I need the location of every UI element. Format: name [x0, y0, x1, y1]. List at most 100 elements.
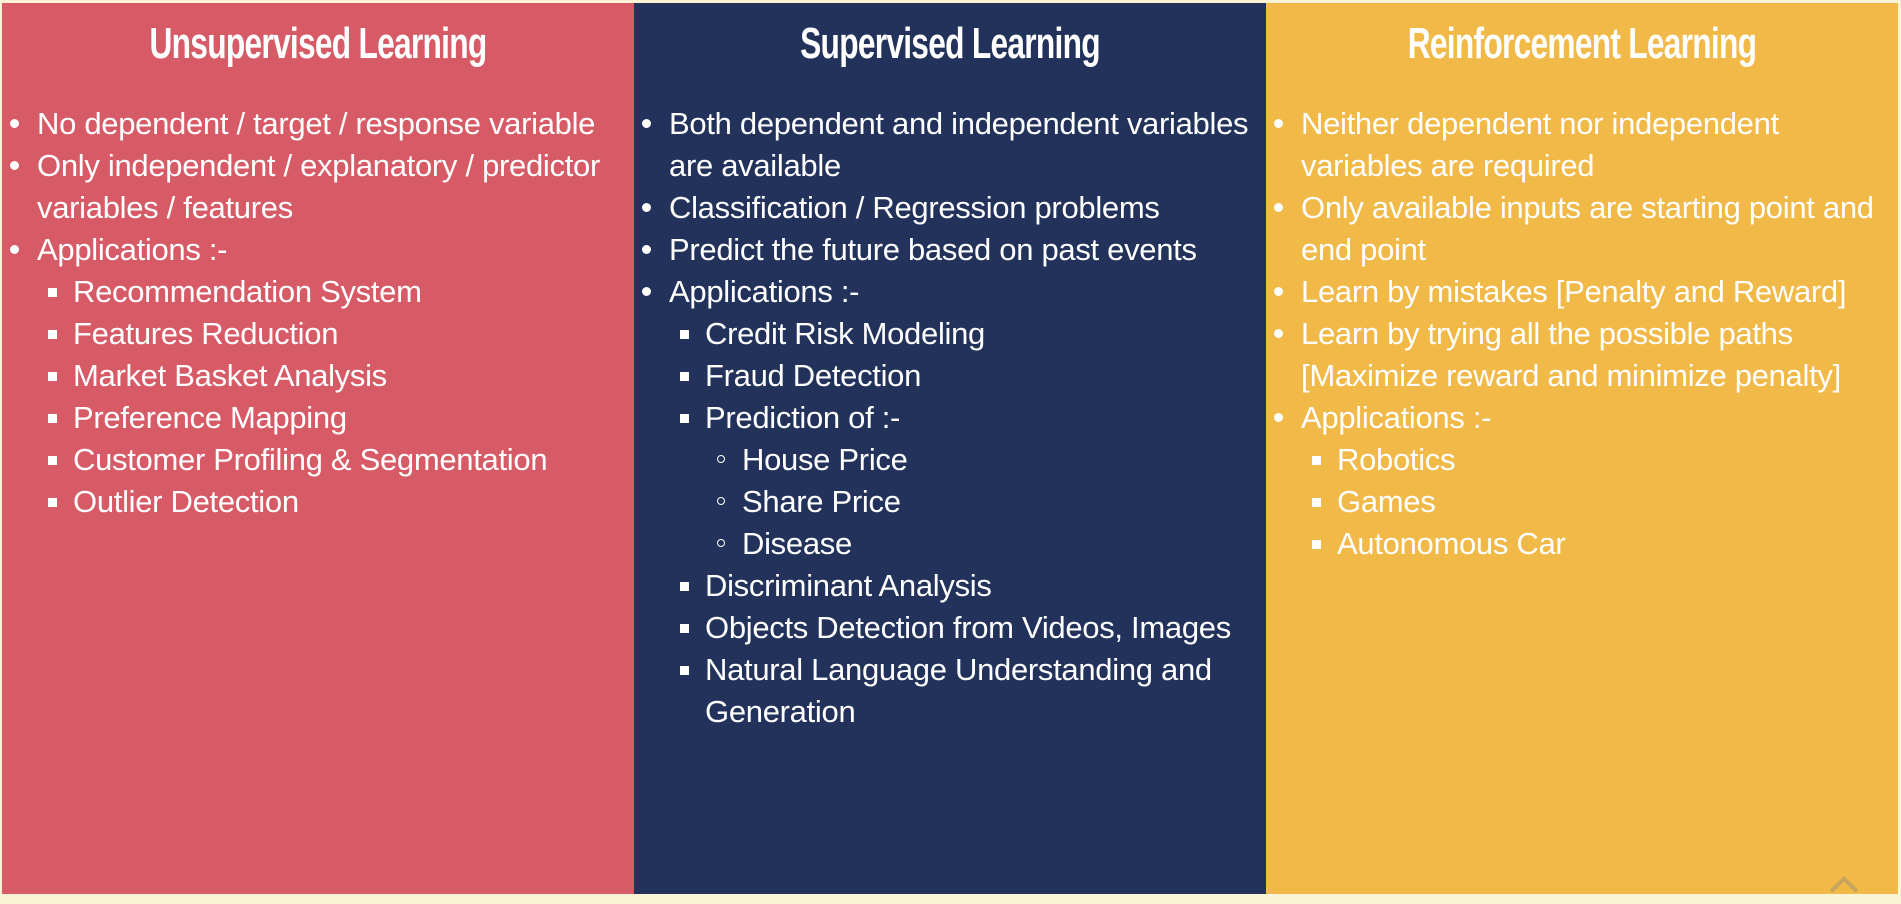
application-text: Objects Detection from Videos, Images	[705, 610, 1231, 645]
learning-types-board: Unsupervised Learning No dependent / tar…	[2, 3, 1898, 894]
application-text: Credit Risk Modeling	[705, 316, 985, 351]
application-item: Preference Mapping	[10, 397, 634, 439]
application-item: Recommendation System	[10, 271, 634, 313]
application-text: Robotics	[1337, 442, 1456, 477]
bullet-square-icon	[1312, 456, 1321, 465]
bullet-square-icon	[1312, 498, 1321, 507]
list-item-text: Applications :-	[669, 274, 860, 309]
prediction-text: Share Price	[742, 484, 901, 519]
application-item: Outlier Detection	[10, 481, 634, 523]
bullet-square-icon	[48, 372, 57, 381]
list-item: Neither dependent nor independent variab…	[1274, 103, 1898, 187]
bullet-disc-icon	[1274, 287, 1283, 296]
application-item: Discriminant Analysis	[642, 565, 1266, 607]
bullet-disc-icon	[1274, 203, 1283, 212]
application-text: Outlier Detection	[73, 484, 299, 519]
bullet-circle-icon	[717, 497, 725, 505]
application-item: Autonomous Car	[1274, 523, 1898, 565]
applications-list: Credit Risk Modeling Fraud Detection Pre…	[634, 313, 1266, 733]
list-item-text: Learn by mistakes [Penalty and Reward]	[1301, 274, 1847, 309]
application-item: Robotics	[1274, 439, 1898, 481]
list-item-text: Only available inputs are starting point…	[1301, 190, 1874, 267]
list-item: Applications :-	[642, 271, 1266, 313]
bullet-square-icon	[48, 498, 57, 507]
application-item: Features Reduction	[10, 313, 634, 355]
list-item: Applications :-	[1274, 397, 1898, 439]
application-item: Games	[1274, 481, 1898, 523]
bullet-square-icon	[680, 666, 689, 675]
application-text: Market Basket Analysis	[73, 358, 387, 393]
applications-list: Recommendation System Features Reduction…	[2, 271, 634, 523]
bullet-square-icon	[680, 372, 689, 381]
list-item-text: Learn by trying all the possible paths […	[1301, 316, 1841, 393]
list-item-text: Classification / Regression problems	[669, 190, 1160, 225]
bullet-disc-icon	[1274, 413, 1283, 422]
column-title: Supervised Learning	[800, 19, 1100, 68]
bullet-square-icon	[680, 330, 689, 339]
application-text: Features Reduction	[73, 316, 339, 351]
bullet-disc-icon	[10, 245, 19, 254]
application-text: Recommendation System	[73, 274, 422, 309]
bullet-square-icon	[48, 330, 57, 339]
bullet-square-icon	[48, 288, 57, 297]
application-text: Games	[1337, 484, 1436, 519]
list-item-text: Predict the future based on past events	[669, 232, 1197, 267]
list-item: Learn by mistakes [Penalty and Reward]	[1274, 271, 1898, 313]
bullet-disc-icon	[642, 119, 651, 128]
application-text: Discriminant Analysis	[705, 568, 992, 603]
characteristics-list: Neither dependent nor independent variab…	[1266, 103, 1898, 439]
bullet-circle-icon	[717, 455, 725, 463]
application-item: Fraud Detection	[642, 355, 1266, 397]
bullet-square-icon	[680, 414, 689, 423]
bullet-square-icon	[680, 624, 689, 633]
application-item: Objects Detection from Videos, Images	[642, 607, 1266, 649]
application-item: Prediction of :-	[642, 397, 1266, 439]
list-item: Both dependent and independent variables…	[642, 103, 1266, 187]
bullet-square-icon	[1312, 540, 1321, 549]
application-text: Fraud Detection	[705, 358, 922, 393]
bullet-disc-icon	[10, 119, 19, 128]
application-text: Autonomous Car	[1337, 526, 1566, 561]
prediction-item: House Price	[642, 439, 1266, 481]
bullet-disc-icon	[1274, 329, 1283, 338]
list-item-text: Both dependent and independent variables…	[669, 106, 1249, 183]
list-item: Only independent / explanatory / predict…	[10, 145, 634, 229]
list-item-text: Applications :-	[1301, 400, 1492, 435]
list-item-text: No dependent / target / response variabl…	[37, 106, 596, 141]
application-text: Natural Language Understanding and Gener…	[705, 652, 1212, 729]
prediction-text: House Price	[742, 442, 908, 477]
list-item-text: Only independent / explanatory / predict…	[37, 148, 600, 225]
applications-list: Robotics Games Autonomous Car	[1266, 439, 1898, 565]
list-item-text: Applications :-	[37, 232, 228, 267]
reinforcement-learning-column: Reinforcement Learning Neither dependent…	[1266, 3, 1898, 894]
list-item-text: Neither dependent nor independent variab…	[1301, 106, 1779, 183]
bullet-square-icon	[48, 414, 57, 423]
application-text: Prediction of :-	[705, 400, 901, 435]
bullet-square-icon	[680, 582, 689, 591]
list-item: Predict the future based on past events	[642, 229, 1266, 271]
application-item: Market Basket Analysis	[10, 355, 634, 397]
bullet-disc-icon	[642, 287, 651, 296]
prediction-item: Disease	[642, 523, 1266, 565]
prediction-text: Disease	[742, 526, 852, 561]
application-text: Preference Mapping	[73, 400, 347, 435]
application-item: Customer Profiling & Segmentation	[10, 439, 634, 481]
application-item: Natural Language Understanding and Gener…	[642, 649, 1266, 733]
application-text: Customer Profiling & Segmentation	[73, 442, 548, 477]
bullet-circle-icon	[717, 539, 725, 547]
column-title: Unsupervised Learning	[149, 19, 488, 68]
application-item: Credit Risk Modeling	[642, 313, 1266, 355]
list-item: Learn by trying all the possible paths […	[1274, 313, 1898, 397]
prediction-item: Share Price	[642, 481, 1266, 523]
supervised-learning-column: Supervised Learning Both dependent and i…	[634, 3, 1266, 894]
list-item: Classification / Regression problems	[642, 187, 1266, 229]
characteristics-list: Both dependent and independent variables…	[634, 103, 1266, 313]
bullet-disc-icon	[642, 245, 651, 254]
bullet-disc-icon	[1274, 119, 1283, 128]
list-item: No dependent / target / response variabl…	[10, 103, 634, 145]
unsupervised-learning-column: Unsupervised Learning No dependent / tar…	[2, 3, 634, 894]
column-title: Reinforcement Learning	[1407, 19, 1757, 68]
bullet-square-icon	[48, 456, 57, 465]
bullet-disc-icon	[642, 203, 651, 212]
bullet-disc-icon	[10, 161, 19, 170]
